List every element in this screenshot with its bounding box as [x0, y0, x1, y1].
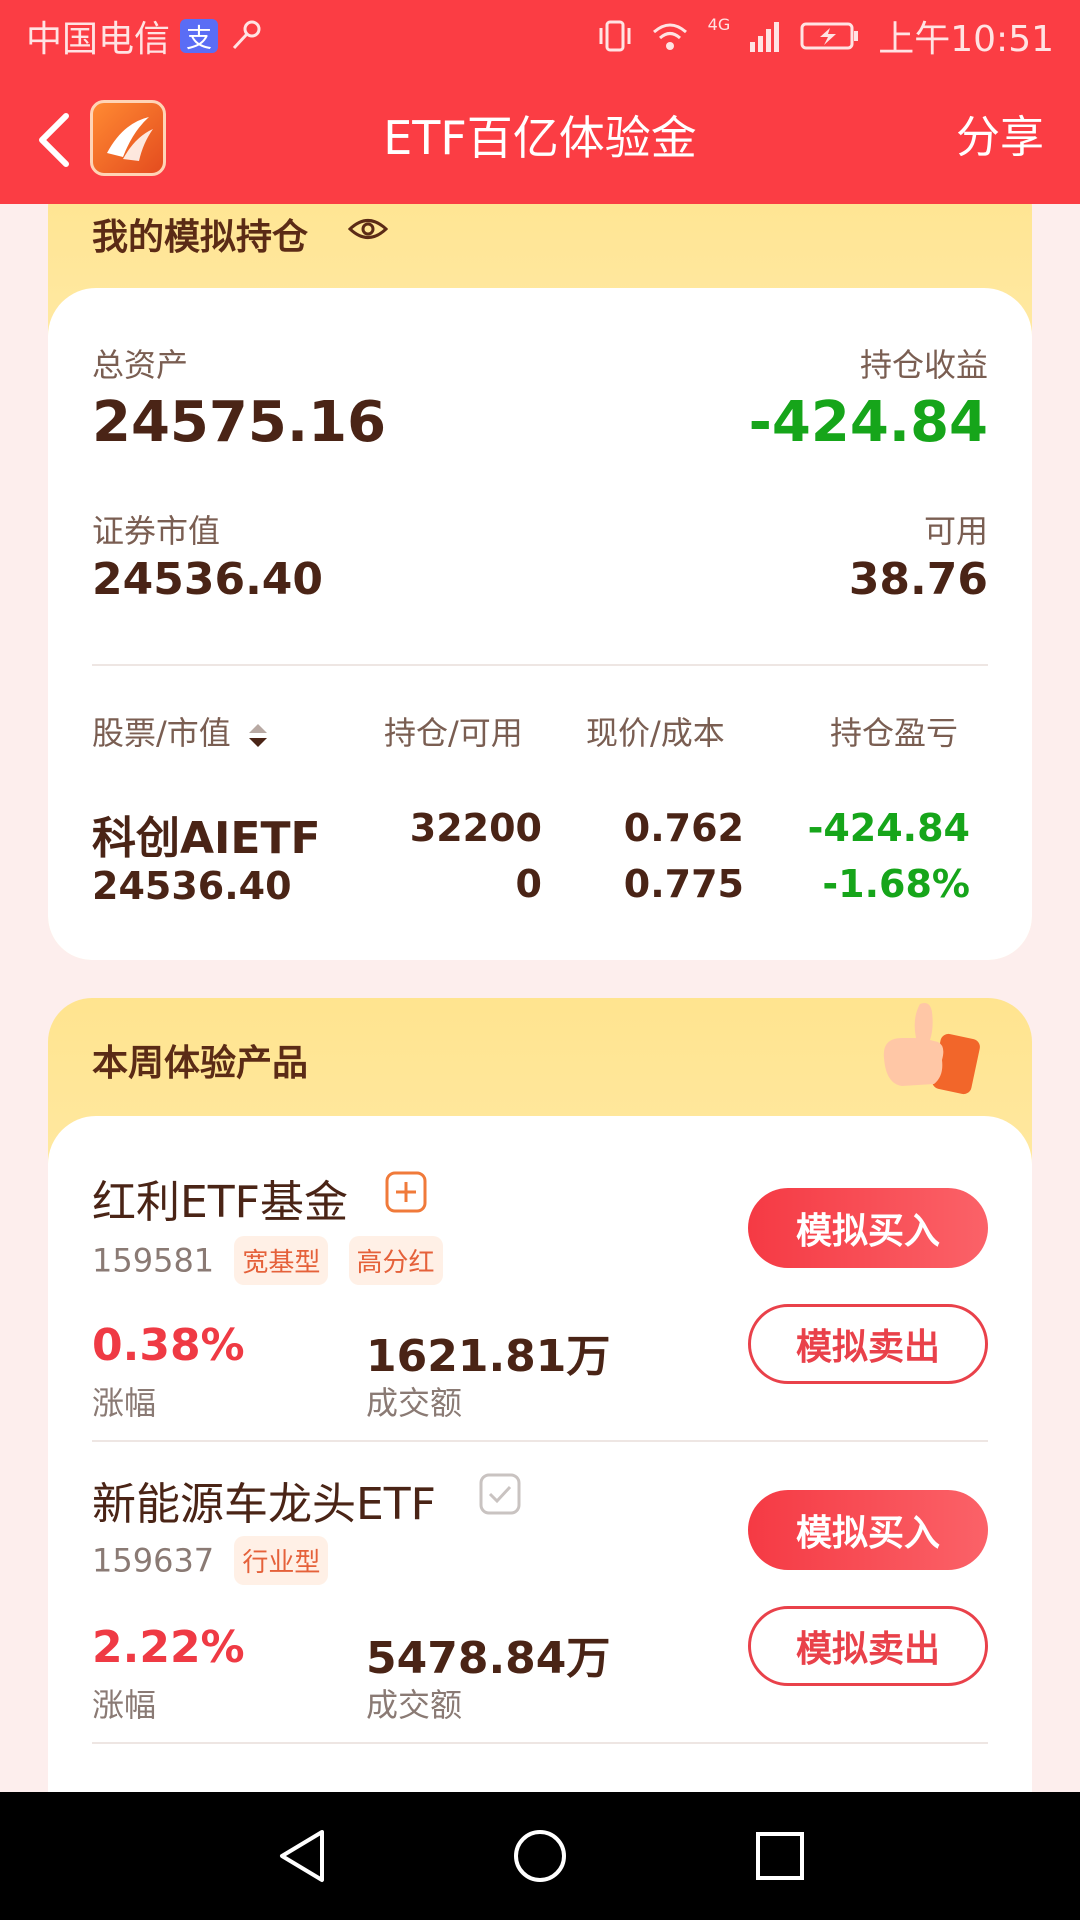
holding-value: 24536.40: [92, 864, 292, 908]
sort-icon[interactable]: [245, 720, 271, 750]
col-position: 持仓/可用: [384, 714, 523, 752]
product-turnover: 1621.81万: [366, 1331, 611, 1382]
divider: [92, 1440, 988, 1442]
holding-available: 0: [515, 862, 542, 906]
products-title: 本周体验产品: [92, 1034, 309, 1092]
holding-pnl-pct: -1.68%: [822, 862, 970, 906]
alipay-icon: 支: [180, 19, 219, 54]
product-code-row: 159637 行业型: [92, 1536, 329, 1585]
holding-name: 科创AIETF: [92, 813, 321, 864]
product-change: 0.38%: [92, 1320, 245, 1371]
carrier-group: 中国电信 支: [26, 10, 264, 62]
col-stock-value-label: 股票/市值: [92, 714, 231, 752]
home-nav-icon[interactable]: [508, 1824, 572, 1888]
available-value: 38.76: [848, 554, 988, 605]
thumbs-up-icon: [883, 1003, 980, 1095]
col-pnl: 持仓盈亏: [830, 714, 959, 752]
simulate-buy-button[interactable]: 模拟买入: [748, 1490, 988, 1570]
carrier-name: 中国电信: [26, 19, 171, 60]
scroll-content[interactable]: 我的模拟持仓 总资产 24575.16 持仓收益 -424.84 证券市值 24…: [0, 204, 1080, 1792]
add-icon[interactable]: [384, 1170, 428, 1214]
divider: [92, 1742, 988, 1744]
back-nav-icon[interactable]: [270, 1824, 334, 1888]
key-icon: [232, 20, 261, 50]
nav-bar: ETF百亿体验金 分享: [0, 72, 1080, 204]
col-price: 现价/成本: [586, 714, 725, 752]
market-value-label: 证券市值: [92, 512, 221, 550]
recents-nav-icon[interactable]: [748, 1824, 812, 1888]
eye-icon[interactable]: [348, 214, 388, 244]
status-bar: 中国电信 支 4G 上午10:51: [0, 0, 1080, 72]
page-title: ETF百亿体验金: [383, 111, 697, 165]
available-label: 可用: [923, 512, 988, 550]
total-assets-label: 总资产: [92, 346, 189, 384]
product-turnover-label: 成交额: [366, 1384, 463, 1422]
holding-price: 0.762: [623, 806, 744, 850]
share-button[interactable]: 分享: [956, 72, 1044, 204]
holdings-title: 我的模拟持仓: [92, 208, 309, 266]
market-value: 24536.40: [92, 554, 324, 605]
holding-pnl: -424.84: [807, 806, 970, 850]
network-type: 4G: [707, 14, 731, 34]
holding-cost: 0.775: [623, 862, 744, 906]
holdings-panel: 总资产 24575.16 持仓收益 -424.84 证券市值 24536.40 …: [48, 288, 1032, 960]
product-change: 2.22%: [92, 1622, 245, 1673]
profit-label: 持仓收益: [859, 346, 988, 384]
products-card: 本周体验产品 红利ETF基金 159581 宽基型 高分红 0.38% 涨幅 1…: [48, 998, 1032, 1792]
clock: 上午10:51: [878, 19, 1054, 60]
product-code: 159581: [92, 1241, 215, 1280]
product-turnover-label: 成交额: [366, 1686, 463, 1724]
products-panel: 红利ETF基金 159581 宽基型 高分红 0.38% 涨幅 1621.81万…: [48, 1116, 1032, 1792]
product-tag: 高分红: [348, 1236, 443, 1285]
product-change-label: 涨幅: [92, 1384, 157, 1422]
profit-value: -424.84: [748, 390, 988, 455]
status-icons: 4G 上午10:51: [598, 10, 1054, 62]
wifi-icon: [652, 23, 687, 50]
product-name[interactable]: 红利ETF基金: [92, 1166, 348, 1230]
product-tag: 行业型: [234, 1536, 329, 1585]
check-icon[interactable]: [478, 1472, 522, 1516]
battery-icon: [800, 22, 859, 50]
product-code: 159637: [92, 1541, 215, 1580]
system-nav-bar: [0, 1792, 1080, 1920]
total-assets-value: 24575.16: [92, 390, 387, 455]
simulate-sell-button[interactable]: 模拟卖出: [748, 1606, 988, 1686]
simulate-sell-button[interactable]: 模拟卖出: [748, 1304, 988, 1384]
holdings-card: 我的模拟持仓 总资产 24575.16 持仓收益 -424.84 证券市值 24…: [48, 204, 1032, 960]
product-tag: 宽基型: [234, 1236, 329, 1285]
product-turnover: 5478.84万: [366, 1633, 611, 1684]
product-name[interactable]: 新能源车龙头ETF: [92, 1468, 436, 1532]
product-code-row: 159581 宽基型 高分红: [92, 1236, 443, 1285]
holding-position: 32200: [409, 806, 542, 850]
vibrate-icon: [599, 20, 631, 52]
signal-icon: [750, 22, 780, 52]
divider: [92, 664, 988, 666]
product-change-label: 涨幅: [92, 1686, 157, 1724]
col-stock-value[interactable]: 股票/市值: [92, 708, 271, 754]
simulate-buy-button[interactable]: 模拟买入: [748, 1188, 988, 1268]
